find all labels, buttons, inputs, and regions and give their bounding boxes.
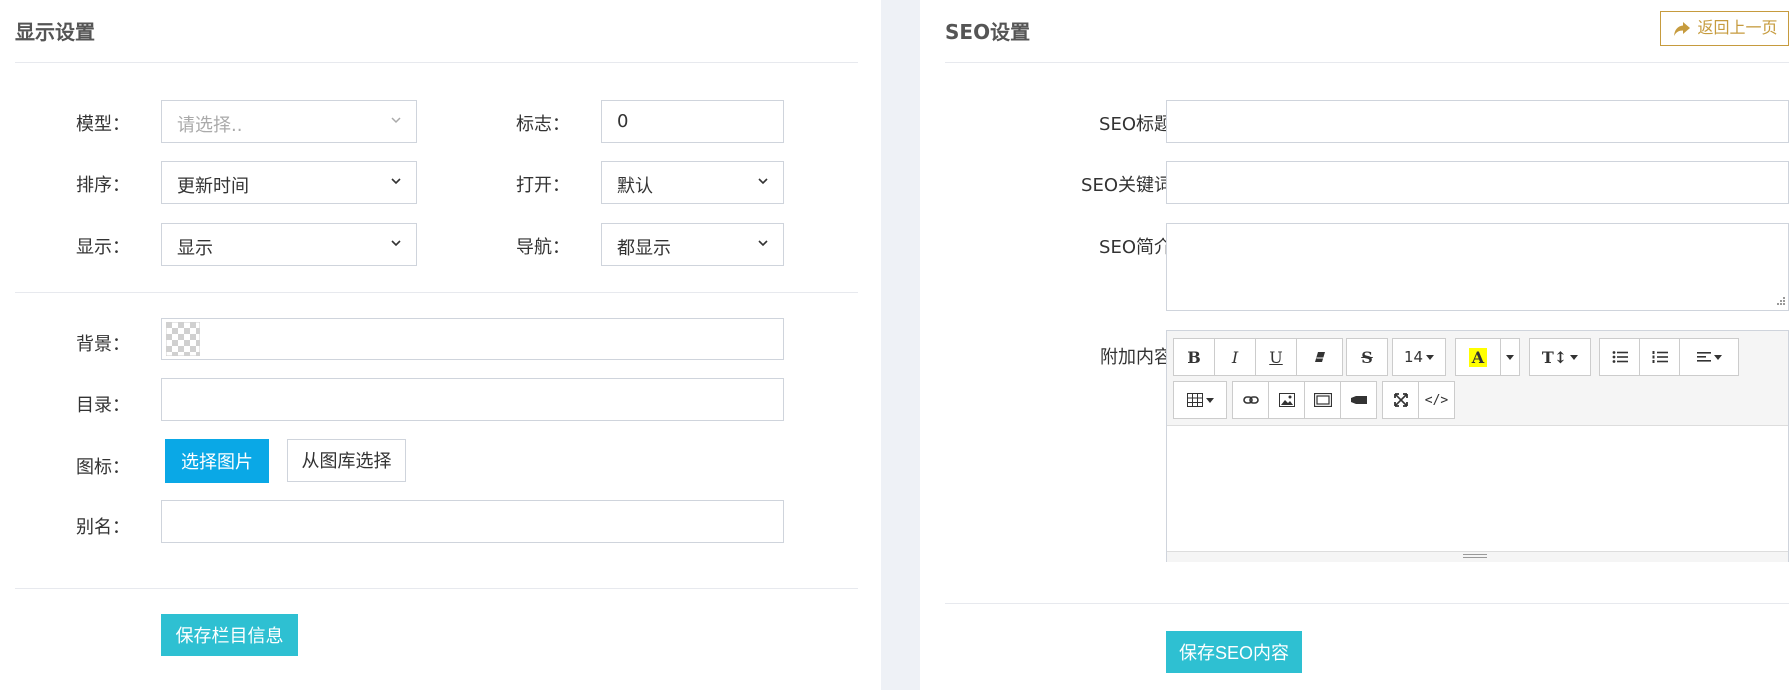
model-placeholder: 请选择.. xyxy=(177,115,243,136)
editor-resize-bar[interactable] xyxy=(1167,551,1788,562)
toolbar-group-strike: S xyxy=(1346,338,1388,376)
unordered-list-icon[interactable] xyxy=(1600,339,1640,375)
bold-icon[interactable]: B xyxy=(1174,339,1215,375)
toolbar-group-view: </> xyxy=(1382,381,1455,419)
flag-label: 标志： xyxy=(516,114,570,135)
chevron-down-icon xyxy=(391,240,401,247)
divider xyxy=(15,588,858,589)
text-height-icon[interactable]: T↕ xyxy=(1530,339,1590,375)
flag-value: 0 xyxy=(617,111,629,132)
bg-label: 背景： xyxy=(76,334,130,355)
back-button-label: 返回上一页 xyxy=(1697,20,1778,37)
font-size-value: 14 xyxy=(1403,348,1424,366)
fullscreen-icon[interactable] xyxy=(1383,382,1419,418)
model-select[interactable]: 请选择.. xyxy=(161,100,417,143)
toolbar-group-fontsize: 14 xyxy=(1392,338,1446,376)
flag-input[interactable]: 0 xyxy=(601,100,784,143)
divider xyxy=(15,62,858,63)
color-dropdown-caret[interactable] xyxy=(1501,339,1519,375)
table-icon[interactable] xyxy=(1174,382,1226,418)
sort-label: 排序： xyxy=(76,175,130,196)
seo-title-label: SEO标题： xyxy=(1099,114,1190,135)
dir-label: 目录： xyxy=(76,395,130,416)
grip-icon xyxy=(1463,554,1487,558)
rich-text-editor: B I U S 14 A T↕ </> xyxy=(1166,330,1789,562)
gallery-select-button[interactable]: 从图库选择 xyxy=(287,439,406,482)
link-icon[interactable] xyxy=(1233,382,1269,418)
panel-title: 显示设置 xyxy=(15,20,95,44)
extra-content-label: 附加内容： xyxy=(1100,347,1190,368)
resize-handle-icon[interactable] xyxy=(1774,296,1786,308)
frame-icon[interactable] xyxy=(1305,382,1341,418)
seo-desc-textarea[interactable] xyxy=(1166,223,1789,311)
video-icon[interactable] xyxy=(1341,382,1376,418)
italic-icon[interactable]: I xyxy=(1215,339,1256,375)
save-seo-button[interactable]: 保存SEO内容 xyxy=(1166,631,1302,673)
open-value: 默认 xyxy=(617,176,653,197)
align-dropdown-icon[interactable] xyxy=(1680,339,1738,375)
toolbar-group-insert xyxy=(1232,381,1377,419)
chevron-down-icon xyxy=(391,178,401,185)
display-select[interactable]: 显示 xyxy=(161,223,417,266)
chevron-down-icon xyxy=(758,178,768,185)
transparent-swatch-icon[interactable] xyxy=(166,322,200,356)
chevron-down-icon xyxy=(391,117,401,124)
seo-settings-panel: SEO设置 返回上一页 SEO标题： SEO关键词： SEO简介： 附加内容： … xyxy=(920,0,1789,690)
bg-color-input[interactable] xyxy=(161,318,784,360)
toolbar-group-paragraph: T↕ xyxy=(1529,338,1591,376)
back-button[interactable]: 返回上一页 xyxy=(1660,11,1789,46)
underline-icon[interactable]: U xyxy=(1256,339,1297,375)
icon-label: 图标： xyxy=(76,457,130,478)
editor-content-area[interactable] xyxy=(1167,425,1788,552)
seo-keywords-input[interactable] xyxy=(1166,161,1789,204)
ordered-list-icon[interactable] xyxy=(1640,339,1680,375)
alias-label: 别名： xyxy=(76,517,130,538)
strikethrough-icon[interactable]: S xyxy=(1347,339,1387,375)
nav-select[interactable]: 都显示 xyxy=(601,223,784,266)
display-settings-panel: 显示设置 模型： 请选择.. 标志： 0 排序： 更新时间 打开： 默认 显示：… xyxy=(0,0,881,690)
dir-input[interactable] xyxy=(161,378,784,421)
divider xyxy=(945,62,1789,63)
eraser-icon[interactable] xyxy=(1297,339,1342,375)
sort-value: 更新时间 xyxy=(177,176,249,197)
seo-desc-label: SEO简介： xyxy=(1099,237,1190,258)
toolbar-group-lists xyxy=(1599,338,1739,376)
font-color-icon[interactable]: A xyxy=(1456,339,1501,375)
picture-icon[interactable] xyxy=(1269,382,1305,418)
model-label: 模型： xyxy=(76,114,130,135)
toolbar-group-color: A xyxy=(1455,338,1520,376)
toolbar-group-style: B I U xyxy=(1173,338,1343,376)
nav-label: 导航： xyxy=(516,237,570,258)
sort-select[interactable]: 更新时间 xyxy=(161,161,417,204)
chevron-down-icon xyxy=(758,240,768,247)
choose-image-button[interactable]: 选择图片 xyxy=(165,439,269,483)
font-size-dropdown[interactable]: 14 xyxy=(1393,339,1445,375)
save-column-button[interactable]: 保存栏目信息 xyxy=(161,614,298,656)
code-view-icon[interactable]: </> xyxy=(1419,382,1454,418)
alias-input[interactable] xyxy=(161,500,784,543)
display-label: 显示： xyxy=(76,237,130,258)
divider xyxy=(15,292,858,293)
open-select[interactable]: 默认 xyxy=(601,161,784,204)
seo-title-input[interactable] xyxy=(1166,100,1789,143)
open-label: 打开： xyxy=(516,175,570,196)
nav-value: 都显示 xyxy=(617,238,671,259)
display-value: 显示 xyxy=(177,238,213,259)
seo-keywords-label: SEO关键词： xyxy=(1081,175,1190,196)
panel-title: SEO设置 xyxy=(945,20,1031,44)
share-arrow-icon xyxy=(1674,22,1690,36)
divider xyxy=(945,603,1789,604)
toolbar-group-table xyxy=(1173,381,1227,419)
